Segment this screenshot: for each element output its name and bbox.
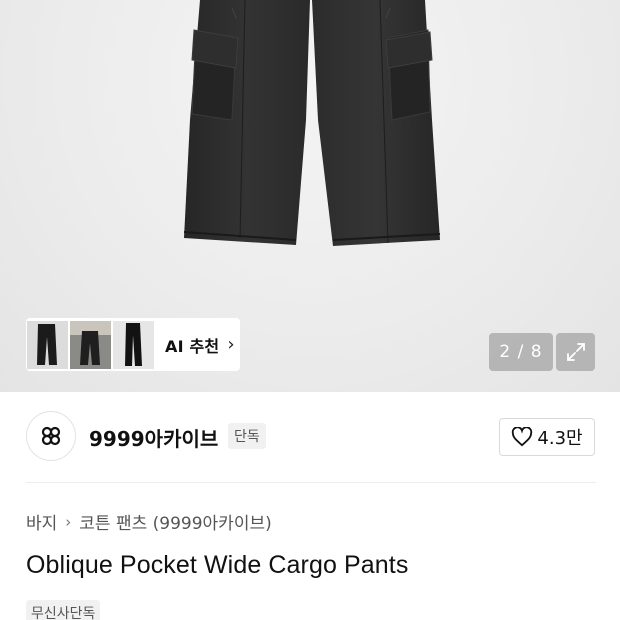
brand-logo-icon [41,426,61,446]
ai-recommend-strip[interactable]: AI 추천 › [26,318,240,371]
expand-image-button[interactable] [556,333,595,371]
divider [26,482,596,483]
image-counter: 2 / 8 [489,333,553,371]
thumbnail-1[interactable] [27,320,68,369]
like-count: 4.3만 [537,428,583,449]
musinsa-exclusive-tag: 무신사단독 [26,600,101,620]
brand-row: 9999아카이브 단독 4.3만 [26,410,596,462]
heart-icon [512,427,533,447]
thumbnail-3[interactable] [113,320,154,369]
exclusive-badge: 단독 [228,423,266,449]
breadcrumb-category[interactable]: 바지 [26,509,57,534]
expand-icon [566,343,585,361]
ai-recommend-label[interactable]: AI 추천 [165,333,219,357]
brand-logo[interactable] [26,411,76,461]
brand-name[interactable]: 9999아카이브 [89,423,218,452]
product-title: Oblique Pocket Wide Cargo Pants [26,551,409,579]
breadcrumb-subcategory[interactable]: 코튼 팬츠 (9999아카이브) [79,509,271,534]
like-button[interactable]: 4.3만 [499,418,595,456]
product-image-gallery[interactable]: AI 추천 › 2 / 8 [0,0,620,392]
breadcrumb: 바지 › 코튼 팬츠 (9999아카이브) [26,509,272,535]
thumbnail-2[interactable] [70,320,111,369]
chevron-right-icon: › [227,334,235,355]
chevron-right-icon: › [65,512,72,531]
